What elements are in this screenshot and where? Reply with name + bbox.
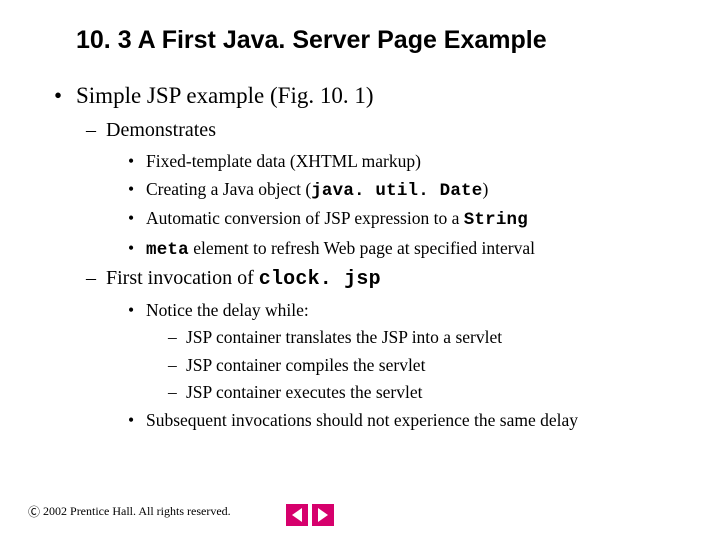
text: JSP container translates the JSP into a … xyxy=(186,327,502,347)
copyright-icon xyxy=(28,503,40,520)
bullet-l3: meta element to refresh Web page at spec… xyxy=(128,237,684,263)
bullet-l3: Creating a Java object (java. util. Date… xyxy=(128,178,684,204)
text: ) xyxy=(482,179,488,199)
slide: 10. 3 A First Java. Server Page Example … xyxy=(0,0,720,433)
code-text: clock. jsp xyxy=(259,268,381,291)
bullet-l3: Notice the delay while: xyxy=(128,299,684,323)
text: Demonstrates xyxy=(106,119,216,141)
bullet-l2: Demonstrates xyxy=(86,119,684,142)
text: Simple JSP example (Fig. 10. 1) xyxy=(76,83,374,108)
text: JSP container executes the servlet xyxy=(186,382,423,402)
bullet-l4: JSP container executes the servlet xyxy=(168,381,684,405)
text: Automatic conversion of JSP expression t… xyxy=(146,208,464,228)
code-text: meta xyxy=(146,240,189,260)
code-text: java. util. Date xyxy=(311,181,482,201)
bullet-l3: Fixed-template data (XHTML markup) xyxy=(128,150,684,174)
text: First invocation of xyxy=(106,267,259,289)
text: JSP container compiles the servlet xyxy=(186,355,425,375)
slide-nav xyxy=(286,504,334,526)
slide-title: 10. 3 A First Java. Server Page Example xyxy=(76,26,684,55)
bullet-l4: JSP container translates the JSP into a … xyxy=(168,326,684,350)
bullet-l2: First invocation of clock. jsp xyxy=(86,267,684,291)
copyright-text: 2002 Prentice Hall. All rights reserved. xyxy=(43,504,231,519)
triangle-left-icon xyxy=(292,508,302,522)
bullet-l3: Automatic conversion of JSP expression t… xyxy=(128,207,684,233)
text: Fixed-template data (XHTML markup) xyxy=(146,151,421,171)
bullet-l4: JSP container compiles the servlet xyxy=(168,354,684,378)
bullet-list: Simple JSP example (Fig. 10. 1) Demonstr… xyxy=(36,83,684,433)
text: Notice the delay while: xyxy=(146,300,309,320)
next-slide-button[interactable] xyxy=(312,504,334,526)
text: element to refresh Web page at specified… xyxy=(189,238,535,258)
bullet-l1: Simple JSP example (Fig. 10. 1) xyxy=(54,83,684,109)
prev-slide-button[interactable] xyxy=(286,504,308,526)
copyright-footer: 2002 Prentice Hall. All rights reserved. xyxy=(28,503,231,520)
bullet-l3: Subsequent invocations should not experi… xyxy=(128,409,684,433)
text: Subsequent invocations should not experi… xyxy=(146,410,578,430)
code-text: String xyxy=(464,210,528,230)
text: Creating a Java object ( xyxy=(146,179,311,199)
triangle-right-icon xyxy=(318,508,328,522)
